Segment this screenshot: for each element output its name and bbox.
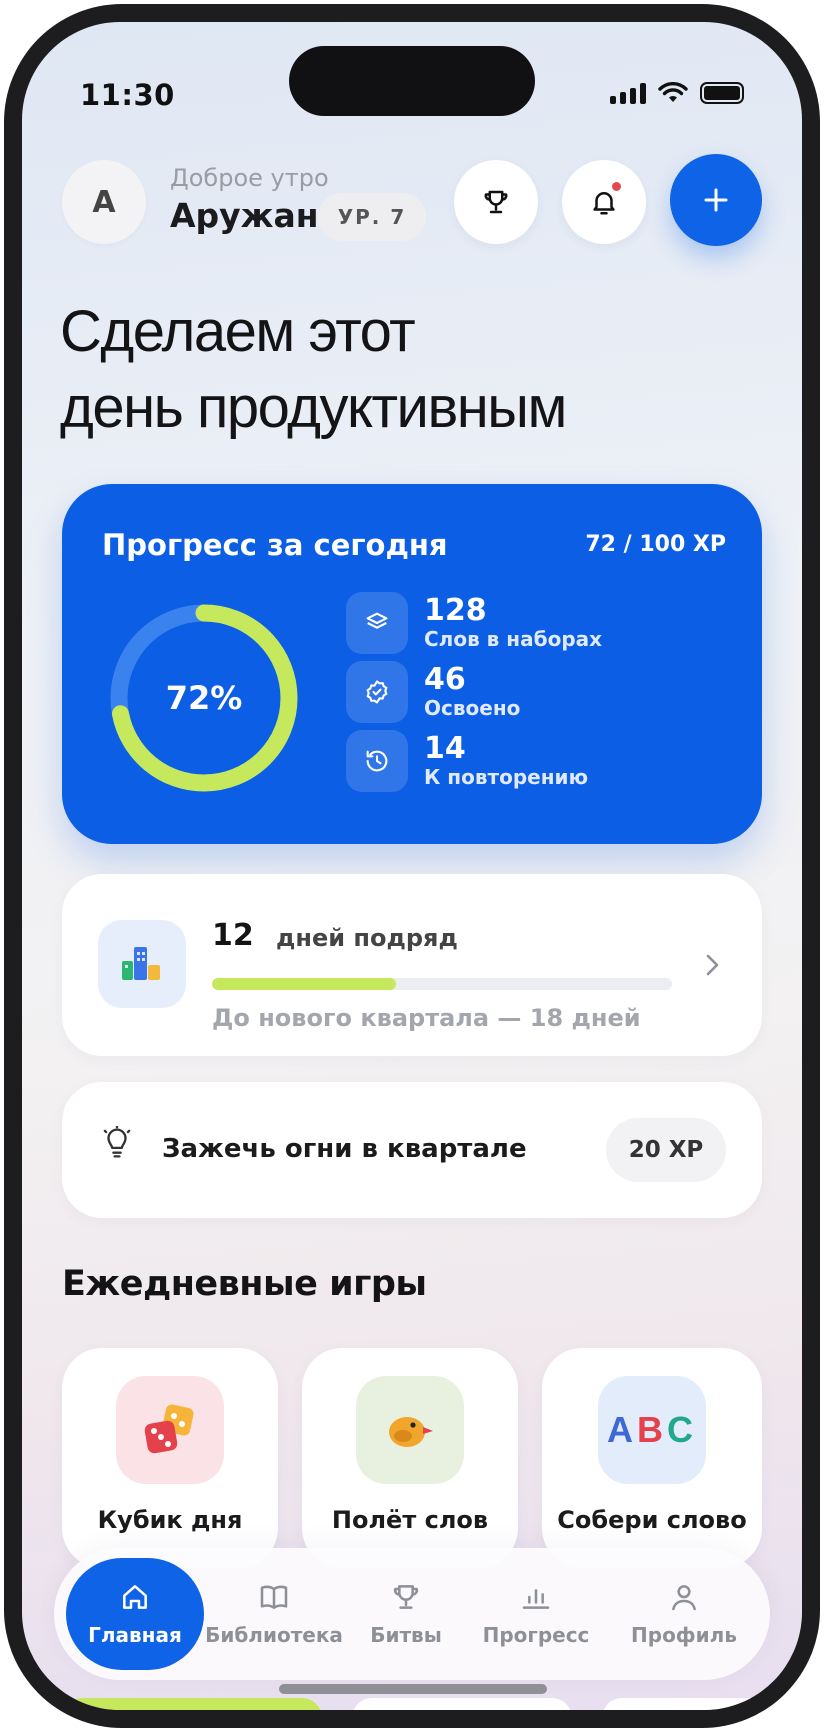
task-label: Зажечь огни в квартале (162, 1134, 527, 1164)
achievements-button[interactable] (454, 160, 538, 244)
game-label: Полёт слов (331, 1506, 489, 1534)
status-icons (610, 82, 744, 104)
streak-card[interactable]: 12 дней подряд До нового квартала — 18 д… (62, 874, 762, 1056)
letter-c: C (667, 1409, 697, 1450)
stat-label: Слов в наборах (424, 627, 603, 651)
tab-progress[interactable]: Прогресс (468, 1548, 604, 1680)
badge-check-icon (346, 661, 408, 723)
cellular-signal-icon (610, 82, 646, 104)
tab-label: Профиль (631, 1623, 737, 1647)
trophy-icon (484, 190, 508, 214)
chevron-right-icon (706, 954, 719, 976)
stat-value: 128 (424, 593, 487, 628)
plus-icon (704, 188, 728, 212)
daily-games-title: Ежедневные игры (62, 1264, 427, 1304)
city-blocks-icon (98, 920, 186, 1008)
tab-label: Библиотека (205, 1623, 343, 1647)
progress-percent: 72% (165, 679, 243, 717)
tab-battles[interactable]: Битвы (338, 1548, 474, 1680)
lightbulb-icon (103, 1126, 131, 1158)
dynamic-island (289, 46, 535, 116)
next-card-peek (352, 1698, 572, 1710)
page-headline: Сделаем этот день продуктивным (60, 294, 567, 446)
tab-profile[interactable]: Профиль (614, 1548, 754, 1680)
stat-value: 14 (424, 731, 466, 766)
tab-library[interactable]: Библиотека (205, 1548, 343, 1680)
streak-subtitle: До нового квартала — 18 дней (212, 1004, 641, 1032)
abc-letters-icon: ABC (598, 1376, 706, 1484)
progress-title: Прогресс за сегодня (102, 528, 448, 562)
headline-line-2: день продуктивным (60, 375, 567, 440)
stat-words-in-sets: 128 Слов в наборах (346, 592, 602, 654)
game-card-dice[interactable]: Кубик дня (62, 1348, 278, 1568)
bird-icon (356, 1376, 464, 1484)
next-card-peek (602, 1698, 772, 1710)
game-card-word-flight[interactable]: Полёт слов (302, 1348, 518, 1568)
wifi-icon (658, 82, 688, 102)
add-button[interactable] (670, 154, 762, 246)
stat-value: 46 (424, 662, 466, 697)
level-badge: УР. 7 (318, 193, 426, 241)
headline-line-1: Сделаем этот (60, 299, 416, 364)
streak-count: 12 (212, 918, 254, 953)
next-card-peek (62, 1698, 322, 1710)
status-time: 11:30 (80, 78, 175, 112)
abc-letters: ABC (607, 1409, 697, 1451)
daily-task-card[interactable]: Зажечь огни в квартале 20 XP (62, 1082, 762, 1218)
game-card-build-word[interactable]: ABC Собери слово (542, 1348, 762, 1568)
tab-home[interactable]: Главная (66, 1558, 204, 1670)
letter-b: B (637, 1409, 667, 1450)
tab-label: Главная (88, 1623, 182, 1647)
progress-xp: 72 / 100 XP (585, 532, 726, 557)
battery-icon (700, 82, 744, 104)
game-label: Собери слово (557, 1506, 747, 1534)
streak-label: дней подряд (276, 924, 458, 952)
stat-label: Освоено (424, 696, 521, 720)
tab-label: Битвы (370, 1623, 442, 1647)
task-xp-badge: 20 XP (606, 1118, 726, 1182)
app-screen: 11:30 A Доброе утро Аружан УР. 7 Сделаем… (22, 22, 802, 1710)
stat-label: К повторению (424, 765, 589, 789)
tab-label: Прогресс (482, 1623, 590, 1647)
home-icon (123, 1585, 147, 1609)
letter-a: A (607, 1409, 637, 1450)
streak-progress-fill (212, 978, 396, 990)
dice-icon (116, 1376, 224, 1484)
stat-to-review: 14 К повторению (346, 730, 588, 792)
user-icon (672, 1585, 696, 1611)
stat-mastered: 46 Освоено (346, 661, 520, 723)
layers-icon (346, 592, 408, 654)
avatar[interactable]: A (62, 160, 146, 244)
streak-progress-bar (212, 978, 672, 990)
phone-mockup: 11:30 A Доброе утро Аружан УР. 7 Сделаем… (0, 0, 824, 1732)
bottom-tab-bar: Главная Библиотека Битвы Прогресс Профил… (54, 1548, 770, 1680)
bar-chart-icon (522, 1589, 550, 1609)
notification-dot (610, 180, 623, 193)
daily-progress-card[interactable]: Прогресс за сегодня 72 / 100 XP 72% 128 … (62, 484, 762, 844)
history-icon (346, 730, 408, 792)
trophy-icon (393, 1585, 419, 1609)
game-label: Кубик дня (97, 1506, 243, 1534)
book-icon (260, 1585, 288, 1609)
notifications-button[interactable] (562, 160, 646, 244)
home-indicator (279, 1684, 547, 1694)
greeting-text: Доброе утро (170, 164, 329, 192)
user-name: Аружан (170, 196, 319, 235)
